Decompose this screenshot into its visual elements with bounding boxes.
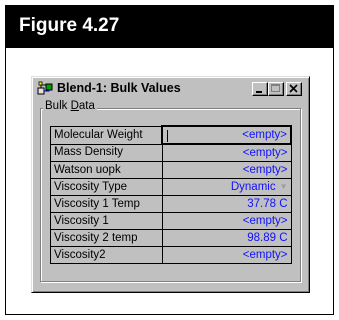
value-cell-viscosity-1-temp[interactable]: 37.78 C	[161, 195, 292, 213]
maximize-button[interactable]	[268, 82, 284, 96]
row-label: Viscosity Type	[50, 178, 163, 196]
text-cursor	[167, 129, 168, 142]
row-label: Molecular Weight	[50, 125, 163, 145]
table-row: Viscosity2 <empty>	[50, 246, 292, 264]
value-cell-mass-density[interactable]: <empty>	[161, 143, 292, 162]
table-row: Mass Density <empty>	[50, 143, 292, 162]
table-row: Viscosity 1 <empty>	[50, 212, 292, 230]
row-label: Viscosity 2 temp	[50, 229, 163, 247]
row-label: Mass Density	[50, 143, 163, 162]
table-row: Viscosity 2 temp 98.89 C	[50, 229, 292, 247]
table-row: Watson uopk <empty>	[50, 161, 292, 179]
row-label: Viscosity2	[50, 246, 163, 264]
table-row: Viscosity 1 Temp 37.78 C	[50, 195, 292, 213]
row-label: Viscosity 1 Temp	[50, 195, 163, 213]
value-cell-molecular-weight[interactable]: <empty>	[161, 125, 292, 145]
minimize-icon	[256, 91, 262, 93]
value-cell-watson-uopk[interactable]: <empty>	[161, 161, 292, 179]
close-icon	[289, 84, 298, 93]
row-label: Viscosity 1	[50, 212, 163, 230]
row-label: Watson uopk	[50, 161, 163, 179]
group-label-prefix: Bulk	[45, 100, 71, 112]
flowsheet-icon	[37, 81, 53, 97]
bulk-data-group-label: Bulk Data	[43, 100, 97, 112]
title-bar[interactable]: Blend-1: Bulk Values	[35, 80, 306, 98]
figure-caption: Figure 4.27	[5, 5, 334, 48]
value-cell-viscosity-type[interactable]: Dynamic ▼	[161, 178, 292, 196]
bulk-values-table: Molecular Weight <empty> Mass Density <e…	[50, 125, 292, 264]
maximize-icon	[271, 84, 280, 92]
close-button[interactable]	[286, 82, 302, 96]
value-cell-viscosity-2-temp[interactable]: 98.89 C	[161, 229, 292, 247]
value-cell-viscosity-1[interactable]: <empty>	[161, 212, 292, 230]
cell-value: Dynamic	[230, 181, 276, 193]
dropdown-arrow-icon[interactable]: ▼	[280, 182, 288, 191]
bulk-values-window: Blend-1: Bulk Values Bulk Data Molecular…	[31, 76, 310, 293]
table-row: Molecular Weight <empty>	[50, 125, 292, 145]
group-label-suffix: ata	[78, 100, 95, 112]
value-cell-viscosity2[interactable]: <empty>	[161, 246, 292, 264]
cell-value: <empty>	[242, 128, 287, 141]
minimize-button[interactable]	[252, 82, 268, 96]
table-row: Viscosity Type Dynamic ▼	[50, 178, 292, 196]
window-title: Blend-1: Bulk Values	[57, 81, 181, 95]
group-label-mnemonic: D	[70, 100, 79, 112]
